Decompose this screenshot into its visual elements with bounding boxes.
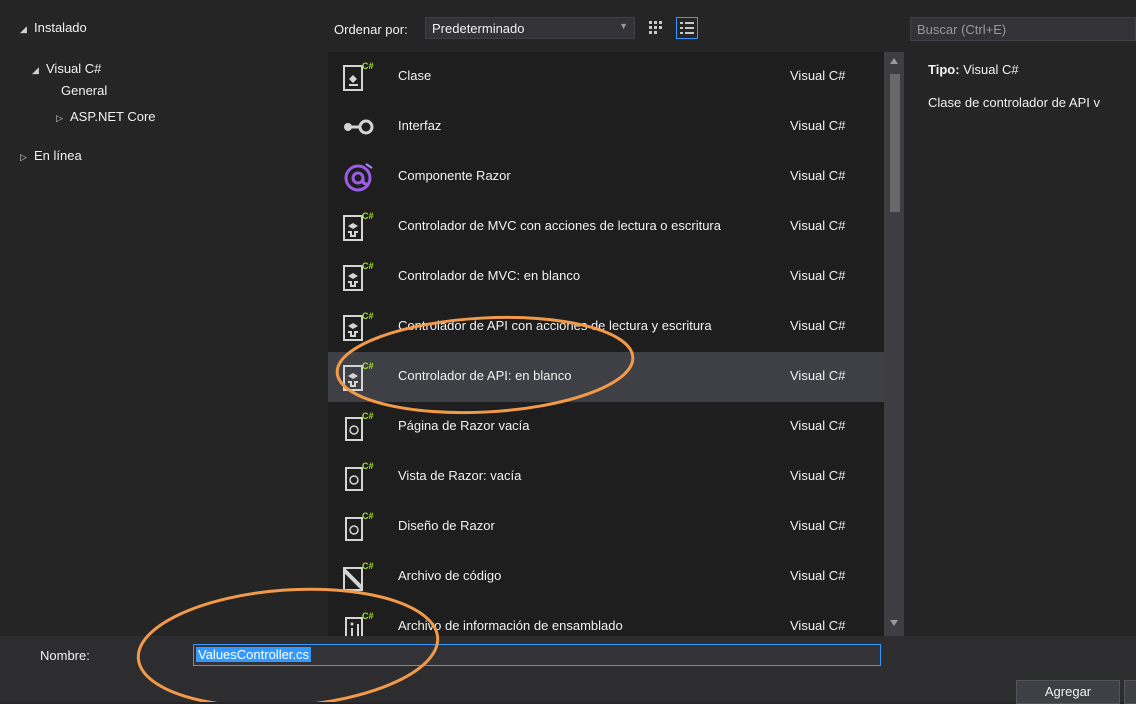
- template-language: Visual C#: [790, 118, 846, 133]
- name-label: Nombre:: [40, 648, 90, 663]
- tree-item-label: Instalado: [34, 20, 87, 35]
- svg-text:C#: C#: [362, 261, 374, 271]
- template-name: Interfaz: [398, 118, 442, 133]
- expanded-arrow-icon: ◢: [32, 65, 39, 75]
- controller-icon: C#: [340, 360, 376, 394]
- template-row[interactable]: C# Clase Visual C#: [328, 52, 884, 102]
- template-row[interactable]: C# Archivo de código Visual C#: [328, 552, 884, 602]
- collapsed-arrow-icon: ▷: [20, 152, 27, 162]
- expanded-arrow-icon: ◢: [20, 24, 27, 34]
- svg-text:C#: C#: [362, 611, 374, 621]
- svg-text:C#: C#: [362, 411, 374, 421]
- svg-text:C#: C#: [362, 561, 374, 571]
- razor-page-icon: C#: [340, 410, 376, 444]
- svg-text:C#: C#: [362, 361, 374, 371]
- template-list: C# Clase Visual C# Interfaz Visual C# Compone…: [328, 52, 884, 636]
- template-language: Visual C#: [790, 168, 846, 183]
- tree-item-installed[interactable]: ◢ Instalado: [20, 18, 87, 38]
- svg-text:C#: C#: [362, 211, 374, 221]
- tree-item-online[interactable]: ▷ En línea: [20, 146, 82, 166]
- tree-item-general[interactable]: General: [61, 81, 107, 101]
- search-input[interactable]: Buscar (Ctrl+E): [910, 17, 1136, 41]
- razor-page-icon: C#: [340, 510, 376, 544]
- tree-item-aspnet-core[interactable]: ▷ ASP.NET Core: [56, 107, 156, 127]
- assembly-info-icon: C#: [340, 610, 376, 636]
- info-type: Tipo: Visual C#: [928, 62, 1019, 77]
- cancel-button[interactable]: [1124, 680, 1136, 704]
- template-name: Controlador de API con acciones de lectu…: [398, 318, 712, 333]
- template-language: Visual C#: [790, 318, 846, 333]
- tree-item-label: En línea: [34, 148, 82, 163]
- template-language: Visual C#: [790, 268, 846, 283]
- info-description: Clase de controlador de API v: [928, 95, 1100, 110]
- svg-text:C#: C#: [362, 511, 374, 521]
- template-language: Visual C#: [790, 468, 846, 483]
- tree-item-label: Visual C#: [46, 61, 102, 76]
- tree-item-visual-csharp[interactable]: ◢ Visual C#: [32, 59, 101, 79]
- list-view-icon[interactable]: [676, 17, 698, 39]
- controller-icon: C#: [340, 260, 376, 294]
- template-category-tree: ◢ Instalado ◢ Visual C# General ▷ ASP.NET C…: [0, 0, 328, 636]
- template-name: Controlador de MVC: en blanco: [398, 268, 581, 283]
- search-placeholder: Buscar (Ctrl+E): [917, 22, 1007, 37]
- tree-item-label: ASP.NET Core: [70, 109, 156, 124]
- controller-icon: C#: [340, 310, 376, 344]
- info-type-label: Tipo:: [928, 62, 960, 77]
- template-name: Diseño de Razor: [398, 518, 495, 533]
- template-name: Página de Razor vacía: [398, 418, 530, 433]
- svg-text:C#: C#: [362, 461, 374, 471]
- razor-page-icon: C#: [340, 460, 376, 494]
- chevron-down-icon: ▼: [619, 21, 628, 31]
- tree-item-label: General: [61, 83, 108, 98]
- template-language: Visual C#: [790, 568, 846, 583]
- template-language: Visual C#: [790, 518, 846, 533]
- name-input[interactable]: ValuesController.cs: [193, 644, 881, 666]
- template-name: Componente Razor: [398, 168, 511, 183]
- sort-label: Ordenar por:: [334, 22, 408, 37]
- sort-dropdown[interactable]: Predeterminado ▼: [425, 17, 635, 39]
- template-name: Clase: [398, 68, 432, 83]
- template-row[interactable]: C# Página de Razor vacía Visual C#: [328, 402, 884, 452]
- template-row[interactable]: Interfaz Visual C#: [328, 102, 884, 152]
- template-row[interactable]: C# Controlador de API: en blanco Visual C#: [328, 352, 884, 402]
- template-name: Vista de Razor: vacía: [398, 468, 522, 483]
- template-row[interactable]: C# Diseño de Razor Visual C#: [328, 502, 884, 552]
- sort-value: Predeterminado: [432, 21, 525, 36]
- template-language: Visual C#: [790, 218, 846, 233]
- collapsed-arrow-icon: ▷: [56, 113, 63, 123]
- razor-component-icon: [340, 160, 376, 194]
- template-row[interactable]: Componente Razor Visual C#: [328, 152, 884, 202]
- template-language: Visual C#: [790, 368, 846, 383]
- template-row[interactable]: C# Archivo de información de ensamblado Vi…: [328, 602, 884, 636]
- template-language: Visual C#: [790, 418, 846, 433]
- template-row[interactable]: C# Controlador de MVC con acciones de lec…: [328, 202, 884, 252]
- scrollbar-thumb[interactable]: [890, 74, 900, 212]
- template-language: Visual C#: [790, 68, 846, 83]
- info-type-value: Visual C#: [963, 62, 1019, 77]
- template-name: Archivo de información de ensamblado: [398, 618, 623, 633]
- template-row[interactable]: C# Controlador de API con acciones de lec…: [328, 302, 884, 352]
- template-name: Controlador de MVC con acciones de lectu…: [398, 218, 721, 233]
- scroll-down-arrow-icon[interactable]: [884, 614, 904, 632]
- code-file-icon: C#: [340, 560, 376, 594]
- interface-icon: [340, 110, 376, 144]
- grid-view-icon[interactable]: [646, 18, 666, 38]
- controller-icon: C#: [340, 210, 376, 244]
- scroll-up-arrow-icon[interactable]: [884, 52, 904, 70]
- template-name: Archivo de código: [398, 568, 502, 583]
- class-icon: C#: [340, 60, 376, 94]
- svg-text:C#: C#: [362, 311, 374, 321]
- template-language: Visual C#: [790, 618, 846, 633]
- add-button[interactable]: Agregar: [1016, 680, 1120, 704]
- name-input-value: ValuesController.cs: [196, 647, 312, 662]
- svg-text:C#: C#: [362, 61, 374, 71]
- template-row[interactable]: C# Vista de Razor: vacía Visual C#: [328, 452, 884, 502]
- template-name: Controlador de API: en blanco: [398, 368, 572, 383]
- template-row[interactable]: C# Controlador de MVC: en blanco Visual C#: [328, 252, 884, 302]
